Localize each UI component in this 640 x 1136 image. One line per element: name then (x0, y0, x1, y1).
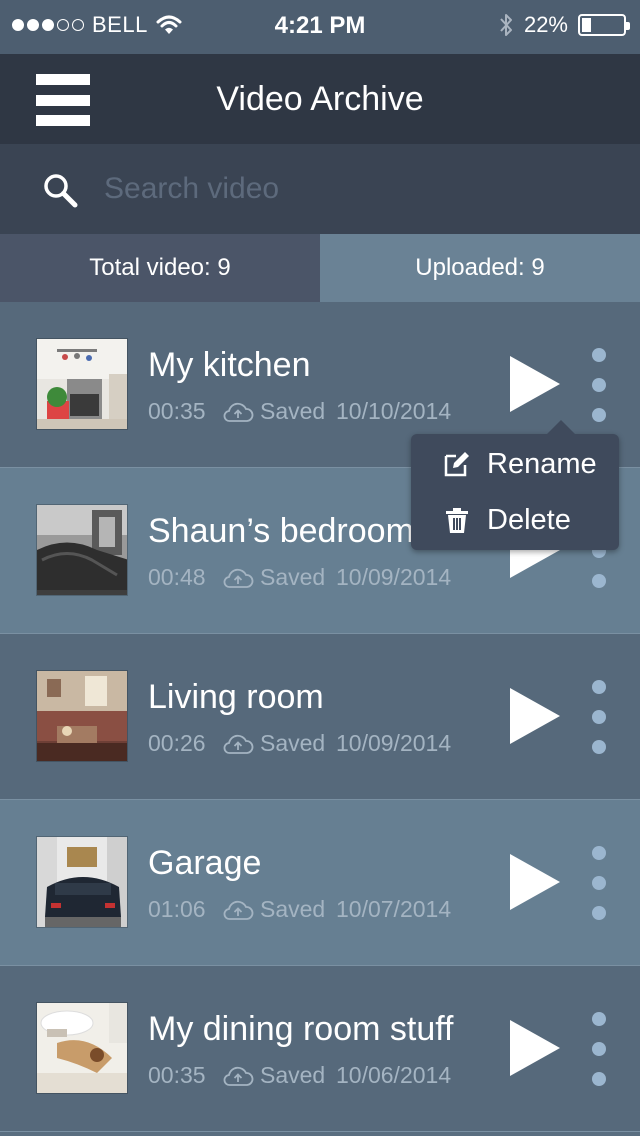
video-status: Saved (260, 398, 326, 424)
video-duration: 00:35 (148, 398, 206, 424)
delete-menu-item[interactable]: Delete (411, 494, 619, 546)
edit-icon (444, 452, 469, 477)
video-status: Saved (260, 564, 326, 590)
video-duration: 01:06 (148, 896, 206, 922)
search-bar (0, 144, 640, 234)
video-meta: 00:35 Saved 10/10/2014 (148, 398, 451, 425)
context-menu: Rename Delete (411, 420, 619, 550)
more-dot (592, 876, 606, 890)
trash-icon (446, 508, 468, 533)
search-icon (44, 174, 78, 208)
rename-menu-item[interactable]: Rename (411, 438, 619, 490)
play-icon (510, 688, 560, 744)
more-dot (592, 906, 606, 920)
more-dot (592, 680, 606, 694)
tab-uploaded[interactable]: Uploaded: 9 (320, 234, 640, 302)
play-button[interactable] (506, 354, 562, 414)
play-icon (510, 356, 560, 412)
cloud-upload-icon (223, 900, 254, 920)
cloud-upload-icon (223, 568, 254, 588)
more-dot (592, 1042, 606, 1056)
video-row[interactable]: Garage 01:06 Saved 10/07/2014 (0, 800, 640, 966)
video-meta: 00:26 Saved 10/09/2014 (148, 730, 451, 757)
video-status: Saved (260, 1062, 326, 1088)
play-icon (510, 1020, 560, 1076)
more-options-button[interactable] (588, 680, 610, 754)
video-thumbnail (36, 836, 128, 928)
video-date: 10/09/2014 (336, 564, 452, 590)
video-list: My kitchen 00:35 Saved 10/10/2014 Shaun’… (0, 302, 640, 1132)
more-dot (592, 378, 606, 392)
video-status: Saved (260, 896, 326, 922)
status-right: 22% (498, 12, 630, 38)
tab-total-video[interactable]: Total video: 9 (0, 234, 320, 302)
video-thumbnail (36, 670, 128, 762)
video-title: Garage (148, 844, 262, 882)
more-dot (592, 846, 606, 860)
more-options-button[interactable] (588, 846, 610, 920)
video-meta: 00:35 Saved 10/06/2014 (148, 1062, 451, 1089)
video-meta: 01:06 Saved 10/07/2014 (148, 896, 451, 923)
video-thumbnail (36, 1002, 128, 1094)
status-bar: BELL 4:21 PM 22% (0, 0, 640, 54)
tab-bar: Total video: 9 Uploaded: 9 (0, 234, 640, 302)
video-date: 10/10/2014 (336, 398, 452, 424)
delete-label: Delete (487, 503, 571, 536)
more-options-button[interactable] (588, 1012, 610, 1086)
more-options-button[interactable] (588, 348, 610, 422)
video-thumbnail (36, 504, 128, 596)
play-icon (510, 854, 560, 910)
video-row[interactable]: Living room 00:26 Saved 10/09/2014 (0, 634, 640, 800)
video-date: 10/09/2014 (336, 730, 452, 756)
app-header: Video Archive (0, 54, 640, 144)
more-dot (592, 1072, 606, 1086)
video-meta: 00:48 Saved 10/09/2014 (148, 564, 451, 591)
video-date: 10/06/2014 (336, 1062, 452, 1088)
video-date: 10/07/2014 (336, 896, 452, 922)
battery-percent: 22% (523, 12, 568, 37)
video-duration: 00:35 (148, 1062, 206, 1088)
video-row[interactable]: My dining room stuff 00:35 Saved 10/06/2… (0, 966, 640, 1132)
more-dot (592, 408, 606, 422)
video-duration: 00:48 (148, 564, 206, 590)
battery-icon (578, 14, 630, 36)
play-button[interactable] (506, 686, 562, 746)
video-status: Saved (260, 730, 326, 756)
video-title: My dining room stuff (148, 1010, 454, 1048)
cloud-upload-icon (223, 1066, 254, 1086)
rename-label: Rename (487, 447, 597, 480)
play-button[interactable] (506, 1018, 562, 1078)
more-dot (592, 348, 606, 362)
video-title: Shaun’s bedroom (148, 512, 414, 550)
more-dot (592, 740, 606, 754)
cloud-upload-icon (223, 402, 254, 422)
more-dot (592, 1012, 606, 1026)
bluetooth-icon (500, 14, 512, 36)
page-title: Video Archive (216, 80, 424, 118)
battery-level (582, 18, 591, 32)
video-title: My kitchen (148, 346, 311, 384)
video-thumbnail (36, 338, 128, 430)
video-title: Living room (148, 678, 324, 716)
search-input[interactable] (104, 166, 604, 212)
more-dot (592, 574, 606, 588)
video-duration: 00:26 (148, 730, 206, 756)
video-archive-screen: BELL 4:21 PM 22% Video Archive Search vi… (0, 0, 640, 1136)
more-dot (592, 710, 606, 724)
play-button[interactable] (506, 852, 562, 912)
cloud-upload-icon (223, 734, 254, 754)
